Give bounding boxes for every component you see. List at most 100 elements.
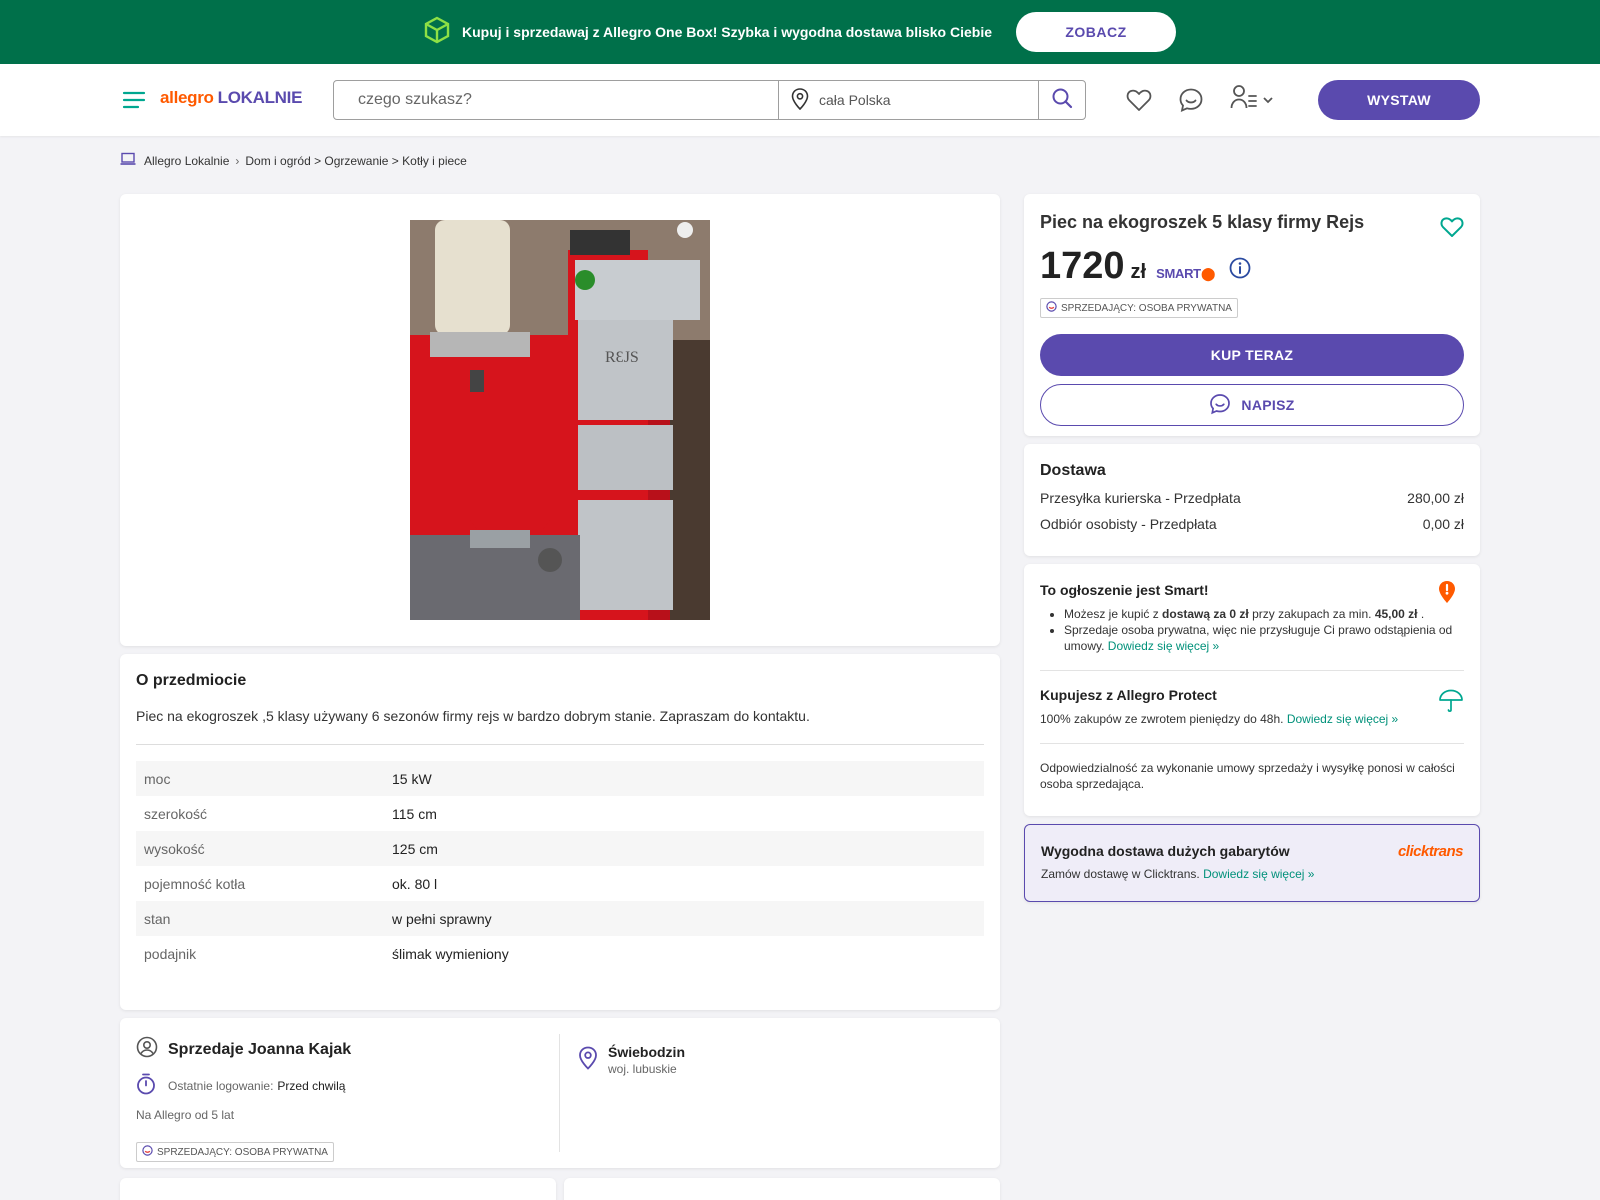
delivery-option-name: Przesyłka kurierska - Przedpłata	[1040, 490, 1241, 506]
seller-type-text: SPRZEDAJĄCY: OSOBA PRYWATNA	[1061, 302, 1232, 314]
learn-more-link[interactable]: Dowiedz się więcej »	[1203, 867, 1314, 881]
logo-allegro: allegro	[160, 88, 214, 107]
table-row: moc 15 kW	[136, 761, 984, 796]
buy-now-button[interactable]: KUP TERAZ	[1040, 334, 1464, 376]
price-currency: zł	[1130, 261, 1147, 283]
seller-city: Świebodzin	[608, 1044, 685, 1060]
location-pin-icon	[779, 87, 819, 113]
seller-since: Na Allegro od 5 lat	[136, 1108, 235, 1122]
location-pin-icon	[578, 1044, 608, 1076]
delivery-option-price: 280,00 zł	[1407, 490, 1464, 506]
logo-lokalnie: LOKALNIE	[217, 88, 303, 107]
last-login-label: Ostatnie logowanie:	[168, 1078, 274, 1093]
learn-more-link[interactable]: Dowiedz się więcej »	[1287, 712, 1398, 726]
params-table: moc 15 kW szerokość 115 cm wysokość 125 cm …	[136, 761, 984, 971]
param-value: 115 cm	[392, 805, 437, 822]
chat-icon[interactable]	[1178, 87, 1204, 113]
list-item: Możesz je kupić z dostawą za 0 zł przy z…	[1064, 606, 1464, 622]
seller-region: woj. lubuskie	[608, 1062, 677, 1076]
about-card: O przedmiocie Piec na ekogroszek ,5 klas…	[120, 654, 1000, 1010]
divider	[1040, 743, 1464, 744]
user-icon	[1230, 84, 1258, 115]
smart-pin-icon	[1438, 580, 1456, 609]
param-key: szerokość	[144, 805, 208, 822]
heart-icon[interactable]	[1126, 88, 1152, 112]
svg-text:RƐJS: RƐJS	[605, 349, 639, 366]
product-photo[interactable]: RƐJS	[410, 220, 710, 620]
box-icon	[424, 16, 450, 49]
buy-card: Piec na ekogroszek 5 klasy firmy Rejs 17…	[1024, 194, 1480, 436]
seller-name[interactable]: Sprzedaje Joanna Kajak	[168, 1041, 351, 1059]
param-key: pojemność kotła	[144, 875, 246, 892]
smart-b1-end: .	[1417, 607, 1425, 621]
message-button[interactable]: NAPISZ	[1040, 384, 1464, 426]
info-icon[interactable]	[1229, 257, 1251, 284]
about-description: Piec na ekogroszek ,5 klasy używany 6 se…	[136, 708, 984, 745]
smart-label: SMART	[1156, 266, 1201, 281]
promo-see-button[interactable]: ZOBACZ	[1016, 12, 1177, 52]
post-listing-button[interactable]: WYSTAW	[1318, 80, 1480, 120]
param-value: w pełni sprawny	[384, 901, 984, 936]
clicktrans-text: Zamów dostawę w Clicktrans. Dowiedz się …	[1041, 867, 1463, 881]
search-input[interactable]: czego szukasz?	[334, 81, 779, 119]
breadcrumb: Allegro Lokalnie › Dom i ogród > Ogrzewa…	[120, 152, 467, 169]
clicktrans-text-body: Zamów dostawę w Clicktrans.	[1041, 867, 1200, 881]
about-heading: O przedmiocie	[136, 672, 247, 689]
param-value: ok. 80 l	[392, 875, 438, 892]
search-button[interactable]	[1039, 81, 1085, 119]
divider	[1040, 670, 1464, 671]
search-icon	[1051, 87, 1073, 114]
smart-info-card: To ogłoszenie jest Smart! Możesz je kupi…	[1024, 564, 1480, 816]
umbrella-icon	[1438, 688, 1464, 719]
header: allegro LOKALNIE czego szukasz? cała Pols…	[0, 64, 1600, 136]
table-row: podajnik ślimak wymieniony	[136, 936, 984, 971]
chat-icon	[1209, 393, 1241, 418]
seller-type-text: SPRZEDAJĄCY: OSOBA PRYWATNA	[157, 1146, 328, 1158]
smart-b1-mid: przy zakupach za min.	[1248, 607, 1375, 621]
smart-list: Możesz je kupić z dostawą za 0 zł przy z…	[1040, 606, 1464, 654]
message-button-label: NAPISZ	[1241, 397, 1295, 413]
logo[interactable]: allegro LOKALNIE	[160, 88, 302, 108]
smart-badge: SMART⬤	[1156, 266, 1215, 282]
seller-divider	[559, 1034, 560, 1152]
seller-location: Świebodzin woj. lubuskie	[578, 1044, 685, 1076]
protect-text: 100% zakupów ze zwrotem pieniędzy do 48h…	[1040, 711, 1464, 727]
promo-bar: Kupuj i sprzedawaj z Allegro One Box! Sz…	[0, 0, 1600, 64]
promo-text: Kupuj i sprzedawaj z Allegro One Box! Sz…	[461, 24, 993, 40]
listing-title: Piec na ekogroszek 5 klasy firmy Rejs	[1040, 212, 1365, 232]
bottom-card-left	[120, 1178, 556, 1200]
delivery-option: Przesyłka kurierska - Przedpłata 280,00 …	[1040, 490, 1464, 506]
menu-icon[interactable]	[122, 88, 146, 112]
protect-text-body: 100% zakupów ze zwrotem pieniędzy do 48h…	[1040, 712, 1284, 726]
favorite-heart-icon[interactable]	[1440, 216, 1464, 243]
protect-heading: Kupujesz z Allegro Protect	[1040, 687, 1217, 703]
user-circle-icon	[136, 1036, 168, 1063]
table-row: stan w pełni sprawny	[136, 901, 984, 936]
laptop-icon	[120, 152, 144, 169]
user-menu[interactable]	[1230, 84, 1274, 115]
delivery-option: Odbiór osobisty - Przedpłata 0,00 zł	[1040, 516, 1464, 532]
smart-b1-bold: dostawą za 0 zł	[1162, 607, 1249, 621]
location-input[interactable]: cała Polska	[779, 81, 1039, 119]
table-row: wysokość 125 cm	[136, 831, 984, 866]
table-row: pojemność kotła ok. 80 l	[136, 866, 984, 901]
delivery-card: Dostawa Przesyłka kurierska - Przedpłata…	[1024, 444, 1480, 556]
seller-name-row: Sprzedaje Joanna Kajak	[136, 1036, 556, 1063]
stopwatch-icon	[136, 1073, 168, 1098]
price-row: 1720 zł SMART⬤	[1040, 245, 1464, 288]
delivery-option-price: 0,00 zł	[1422, 516, 1464, 532]
param-key: stan	[136, 901, 384, 936]
seller-info: Sprzedaje Joanna Kajak Ostatnie logowani…	[136, 1036, 556, 1162]
param-value: 125 cm	[384, 831, 984, 866]
clicktrans-card: clicktrans Wygodna dostawa dużych gabary…	[1024, 824, 1480, 902]
delivery-heading: Dostawa	[1040, 462, 1106, 479]
param-value: ślimak wymieniony	[392, 945, 509, 962]
bottom-card-right	[564, 1178, 1000, 1200]
breadcrumb-root[interactable]: Allegro Lokalnie	[144, 154, 229, 168]
photo-card: RƐJS	[120, 194, 1000, 646]
seller-card: Sprzedaje Joanna Kajak Ostatnie logowani…	[120, 1018, 1000, 1168]
seller-type-badge: SPRZEDAJĄCY: OSOBA PRYWATNA	[136, 1142, 334, 1162]
param-value: 15 kW	[384, 761, 984, 796]
learn-more-link[interactable]: Dowiedz się więcej »	[1108, 639, 1219, 653]
breadcrumb-path[interactable]: Dom i ogród > Ogrzewanie > Kotły i piece	[245, 154, 466, 168]
